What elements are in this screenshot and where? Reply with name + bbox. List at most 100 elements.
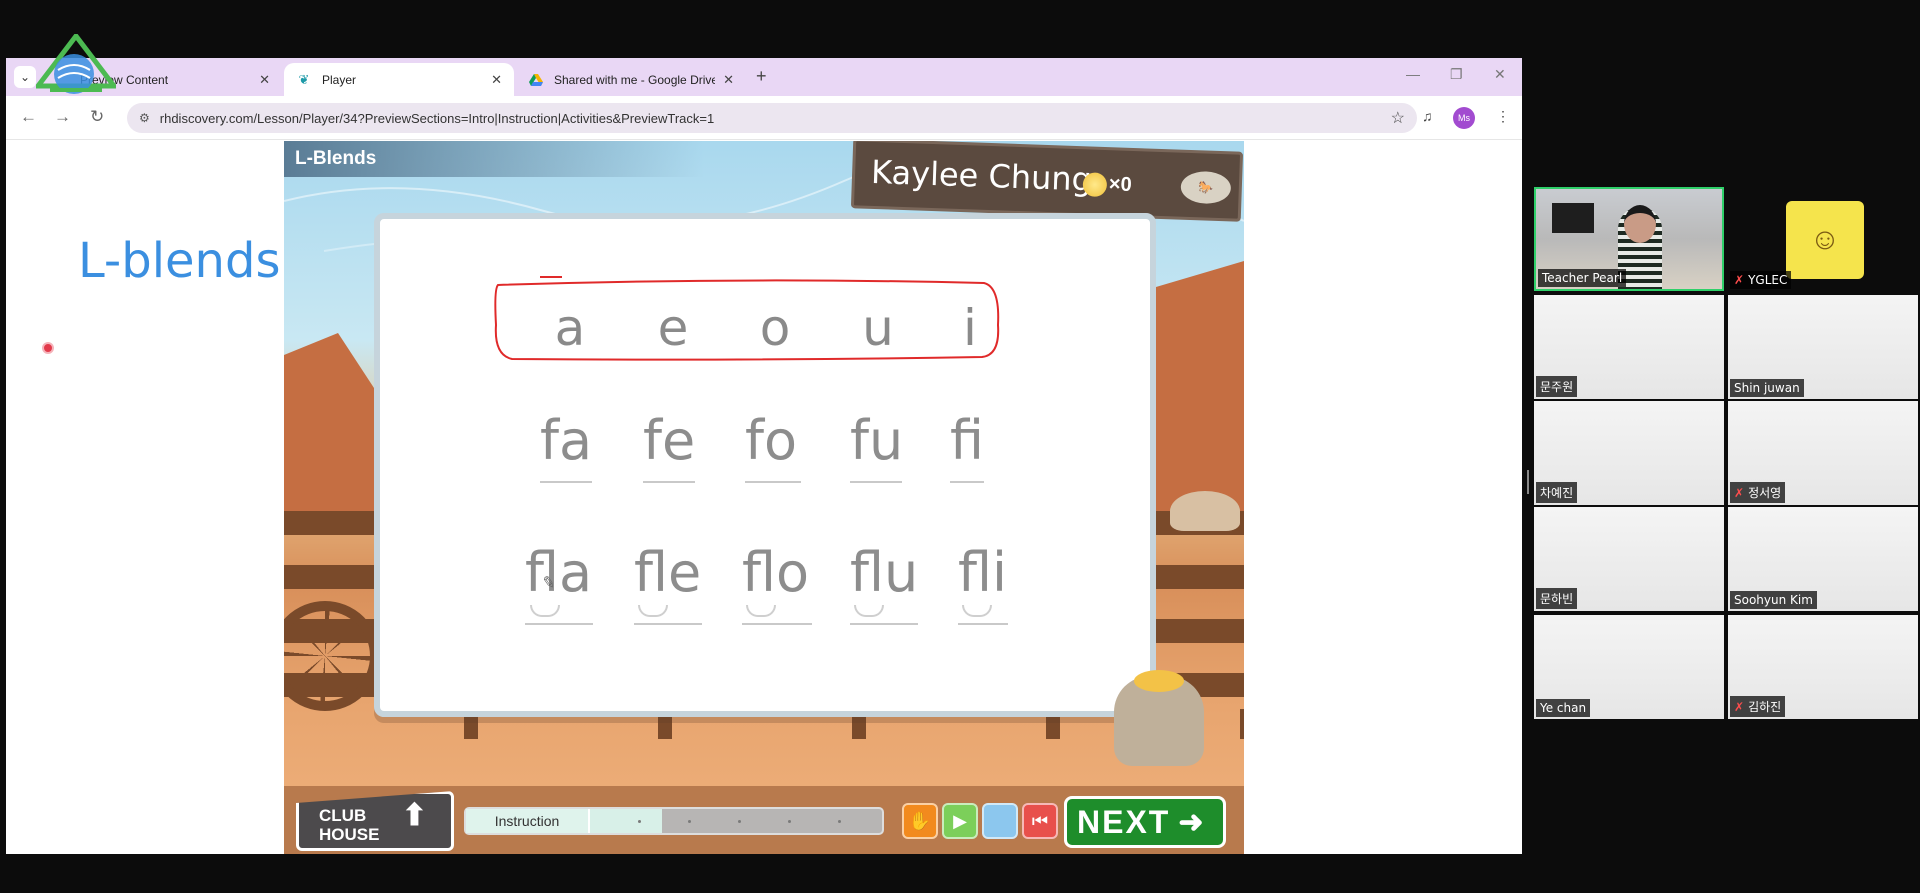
next-button[interactable]: NEXT ➜ xyxy=(1064,796,1226,848)
clubhouse-label-line2: HOUSE xyxy=(319,825,380,844)
clubhouse-label-line1: CLUB xyxy=(319,806,367,825)
progress-step-dot xyxy=(638,820,641,823)
participant-tile[interactable]: ☺ ✗ YGLEC xyxy=(1728,187,1918,291)
syllable-fo[interactable]: fo xyxy=(745,409,797,472)
syllable-fle[interactable]: fle xyxy=(634,541,701,604)
tools-button[interactable]: ✋ xyxy=(902,803,938,839)
participant-name: 문하빈 xyxy=(1536,588,1578,609)
blank-button[interactable] xyxy=(982,803,1018,839)
media-control-icon[interactable]: ♫ xyxy=(1422,108,1433,124)
person-head xyxy=(1624,205,1656,243)
participant-name: YGLEC xyxy=(1748,273,1788,287)
syllable-flo[interactable]: flo xyxy=(742,541,809,604)
lesson-progress-bar: Instruction xyxy=(464,807,884,835)
close-icon[interactable]: ✕ xyxy=(259,72,270,88)
close-window-icon[interactable]: ✕ xyxy=(1494,66,1506,83)
underline xyxy=(525,623,593,625)
reload-icon[interactable]: ↻ xyxy=(90,107,104,127)
mic-muted-icon: ✗ xyxy=(1734,700,1745,714)
syllable-fla[interactable]: fla xyxy=(525,541,592,604)
participant-name: Shin juwan xyxy=(1730,379,1804,397)
underline xyxy=(643,481,695,483)
underline xyxy=(850,481,902,483)
next-label: NEXT xyxy=(1077,803,1171,840)
underline xyxy=(634,623,702,625)
close-icon[interactable]: ✕ xyxy=(491,72,502,88)
new-tab-plus-icon[interactable]: + xyxy=(756,66,767,87)
participant-name: 문주원 xyxy=(1536,376,1578,397)
vowel-e[interactable]: e xyxy=(643,299,703,357)
butterfly-icon: ❦ xyxy=(298,71,310,87)
participant-tile[interactable]: Ye chan xyxy=(1534,615,1724,719)
participant-name: Ye chan xyxy=(1536,699,1591,717)
restore-icon[interactable]: ❐ xyxy=(1450,66,1463,83)
minimize-icon[interactable]: — xyxy=(1406,66,1420,82)
vowel-u[interactable]: u xyxy=(848,299,908,357)
back-arrow-icon[interactable]: ← xyxy=(20,107,37,127)
school-logo-icon xyxy=(36,34,116,94)
participant-tile[interactable]: 차예진 xyxy=(1534,401,1724,505)
site-settings-icon[interactable]: ⚙ xyxy=(139,111,150,125)
arrow-right-icon: ➜ xyxy=(1178,805,1206,839)
participant-tile[interactable]: 문하빈 xyxy=(1534,507,1724,611)
syllable-flu[interactable]: flu xyxy=(850,541,918,604)
vowel-i[interactable]: i xyxy=(940,299,1000,357)
underline xyxy=(950,481,984,483)
syllable-fa[interactable]: fa xyxy=(540,409,592,472)
house-arrow-icon: ⬆ xyxy=(401,799,427,832)
syllable-fu[interactable]: fu xyxy=(850,409,903,472)
tab-player[interactable]: ❦ Player ✕ xyxy=(284,63,514,96)
mic-muted-icon: ✗ xyxy=(1734,273,1745,287)
more-menu-icon[interactable]: ⋮ xyxy=(1496,108,1510,125)
participant-name-tag: ✗ 김하진 xyxy=(1730,696,1786,717)
tab-title: Shared with me - Google Drive xyxy=(554,72,716,87)
participant-tile[interactable]: Teacher Pearl xyxy=(1534,187,1724,291)
blend-arc xyxy=(854,605,884,617)
game-title: L-Blends xyxy=(295,148,377,169)
participant-tile[interactable]: 문주원 xyxy=(1534,295,1724,399)
forward-arrow-icon[interactable]: → xyxy=(54,107,71,127)
browser-window: ⌄ Preview Content ✕ ❦ Player ✕ Shared wi… xyxy=(6,58,1522,854)
progress-step-dot xyxy=(838,820,841,823)
participant-name-tag: ✗ 정서영 xyxy=(1730,482,1786,503)
player-name: Kaylee Chung xyxy=(870,152,1093,199)
participant-name-tag: ✗ YGLEC xyxy=(1730,271,1792,289)
mic-muted-icon: ✗ xyxy=(1734,486,1745,500)
coin-count: ×0 xyxy=(1108,173,1133,196)
cartoon-avatar-icon: ☺ xyxy=(1786,201,1864,279)
mesa-decoration xyxy=(284,333,374,531)
bookmark-star-icon[interactable]: ☆ xyxy=(1391,108,1405,128)
background-tv xyxy=(1552,203,1594,233)
video-gallery: Teacher Pearl ☺ ✗ YGLEC 문주원 Shin juwan 차예… xyxy=(1534,187,1920,723)
panel-resize-handle[interactable] xyxy=(1527,470,1529,494)
profile-avatar[interactable]: Ms xyxy=(1453,107,1475,129)
address-bar[interactable]: ⚙ rhdiscovery.com/Lesson/Player/34?Previ… xyxy=(127,103,1417,133)
blend-arc xyxy=(746,605,776,617)
syllable-fe[interactable]: fe xyxy=(643,409,695,472)
participant-name: 정서영 xyxy=(1748,486,1782,500)
vowel-o[interactable]: o xyxy=(745,299,805,357)
syllable-fli[interactable]: fli xyxy=(958,541,1007,604)
participant-tile[interactable]: Shin juwan xyxy=(1728,295,1918,399)
syllable-fi[interactable]: fi xyxy=(950,409,984,472)
progress-section-label: Instruction xyxy=(466,809,590,833)
tab-search-button[interactable]: ⌄ xyxy=(14,66,36,88)
player-name-plate: Kaylee Chung ×0 🐎 xyxy=(850,141,1244,222)
page-content: L-blends L-Blends Kaylee Chung ×0 🐎 a e … xyxy=(6,141,1522,854)
vowel-a[interactable]: a xyxy=(540,299,600,357)
syllable-card: a e o u i fa fe fo fu fi fla fle flo flu… xyxy=(374,213,1156,717)
participant-name: Soohyun Kim xyxy=(1730,591,1817,609)
tab-google-drive[interactable]: Shared with me - Google Drive ✕ xyxy=(516,63,746,96)
blend-arc xyxy=(530,605,560,617)
participant-tile[interactable]: Soohyun Kim xyxy=(1728,507,1918,611)
participant-tile[interactable]: ✗ 정서영 xyxy=(1728,401,1918,505)
restart-button[interactable]: ⏮ xyxy=(1022,803,1058,839)
participant-name: Teacher Pearl xyxy=(1538,269,1627,287)
tab-title: Player xyxy=(322,72,357,87)
participant-tile[interactable]: ✗ 김하진 xyxy=(1728,615,1918,719)
play-button[interactable]: ▶ xyxy=(942,803,978,839)
page-heading: L-blends xyxy=(78,233,281,289)
underline xyxy=(958,623,1008,625)
close-icon[interactable]: ✕ xyxy=(723,72,734,88)
chevron-down-icon: ⌄ xyxy=(19,70,31,84)
